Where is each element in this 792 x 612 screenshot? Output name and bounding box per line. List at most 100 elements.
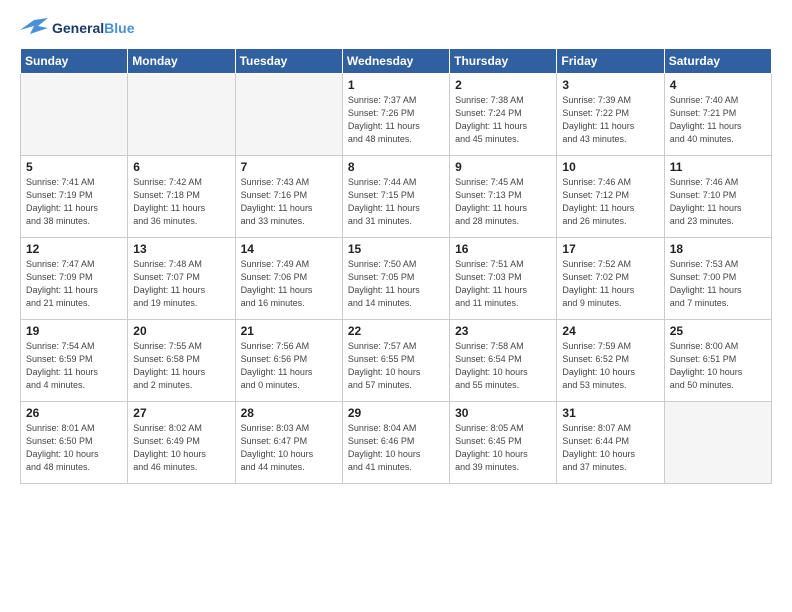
day-info: Sunrise: 7:43 AM Sunset: 7:16 PM Dayligh…: [241, 176, 337, 228]
day-number: 14: [241, 242, 337, 256]
day-number: 3: [562, 78, 658, 92]
weekday-header-monday: Monday: [128, 49, 235, 74]
day-info: Sunrise: 7:42 AM Sunset: 7:18 PM Dayligh…: [133, 176, 229, 228]
day-number: 6: [133, 160, 229, 174]
calendar-cell: 18 Sunrise: 7:53 AM Sunset: 7:00 PM Dayli…: [664, 238, 771, 320]
day-number: 11: [670, 160, 766, 174]
calendar-cell: 26 Sunrise: 8:01 AM Sunset: 6:50 PM Dayli…: [21, 402, 128, 484]
day-info: Sunrise: 8:07 AM Sunset: 6:44 PM Dayligh…: [562, 422, 658, 474]
day-info: Sunrise: 7:38 AM Sunset: 7:24 PM Dayligh…: [455, 94, 551, 146]
day-number: 12: [26, 242, 122, 256]
calendar-cell: 1 Sunrise: 7:37 AM Sunset: 7:26 PM Daylig…: [342, 74, 449, 156]
day-info: Sunrise: 8:04 AM Sunset: 6:46 PM Dayligh…: [348, 422, 444, 474]
calendar-cell: 10 Sunrise: 7:46 AM Sunset: 7:12 PM Dayli…: [557, 156, 664, 238]
day-number: 28: [241, 406, 337, 420]
day-number: 18: [670, 242, 766, 256]
calendar-cell: [21, 74, 128, 156]
day-number: 27: [133, 406, 229, 420]
day-info: Sunrise: 7:51 AM Sunset: 7:03 PM Dayligh…: [455, 258, 551, 310]
calendar-cell: 2 Sunrise: 7:38 AM Sunset: 7:24 PM Daylig…: [450, 74, 557, 156]
day-number: 22: [348, 324, 444, 338]
day-info: Sunrise: 7:53 AM Sunset: 7:00 PM Dayligh…: [670, 258, 766, 310]
day-info: Sunrise: 7:57 AM Sunset: 6:55 PM Dayligh…: [348, 340, 444, 392]
page-header: GeneralBlue: [20, 16, 772, 40]
calendar-cell: 7 Sunrise: 7:43 AM Sunset: 7:16 PM Daylig…: [235, 156, 342, 238]
calendar-cell: 11 Sunrise: 7:46 AM Sunset: 7:10 PM Dayli…: [664, 156, 771, 238]
day-info: Sunrise: 7:45 AM Sunset: 7:13 PM Dayligh…: [455, 176, 551, 228]
day-info: Sunrise: 7:44 AM Sunset: 7:15 PM Dayligh…: [348, 176, 444, 228]
day-info: Sunrise: 8:03 AM Sunset: 6:47 PM Dayligh…: [241, 422, 337, 474]
calendar-cell: 24 Sunrise: 7:59 AM Sunset: 6:52 PM Dayli…: [557, 320, 664, 402]
calendar-cell: 22 Sunrise: 7:57 AM Sunset: 6:55 PM Dayli…: [342, 320, 449, 402]
calendar-cell: 4 Sunrise: 7:40 AM Sunset: 7:21 PM Daylig…: [664, 74, 771, 156]
logo-icon: [20, 16, 48, 40]
day-number: 26: [26, 406, 122, 420]
day-info: Sunrise: 8:05 AM Sunset: 6:45 PM Dayligh…: [455, 422, 551, 474]
day-info: Sunrise: 7:56 AM Sunset: 6:56 PM Dayligh…: [241, 340, 337, 392]
day-number: 10: [562, 160, 658, 174]
calendar-cell: 27 Sunrise: 8:02 AM Sunset: 6:49 PM Dayli…: [128, 402, 235, 484]
day-number: 29: [348, 406, 444, 420]
day-info: Sunrise: 7:46 AM Sunset: 7:10 PM Dayligh…: [670, 176, 766, 228]
weekday-header-tuesday: Tuesday: [235, 49, 342, 74]
day-number: 5: [26, 160, 122, 174]
day-info: Sunrise: 7:58 AM Sunset: 6:54 PM Dayligh…: [455, 340, 551, 392]
calendar-cell: 16 Sunrise: 7:51 AM Sunset: 7:03 PM Dayli…: [450, 238, 557, 320]
calendar-cell: [128, 74, 235, 156]
day-number: 4: [670, 78, 766, 92]
day-number: 8: [348, 160, 444, 174]
calendar-cell: 29 Sunrise: 8:04 AM Sunset: 6:46 PM Dayli…: [342, 402, 449, 484]
day-number: 30: [455, 406, 551, 420]
day-number: 24: [562, 324, 658, 338]
day-info: Sunrise: 7:52 AM Sunset: 7:02 PM Dayligh…: [562, 258, 658, 310]
day-number: 23: [455, 324, 551, 338]
day-number: 31: [562, 406, 658, 420]
calendar-cell: 17 Sunrise: 7:52 AM Sunset: 7:02 PM Dayli…: [557, 238, 664, 320]
day-info: Sunrise: 7:48 AM Sunset: 7:07 PM Dayligh…: [133, 258, 229, 310]
calendar-cell: 5Sunrise: 7:41 AM Sunset: 7:19 PM Daylig…: [21, 156, 128, 238]
day-info: Sunrise: 8:01 AM Sunset: 6:50 PM Dayligh…: [26, 422, 122, 474]
calendar-cell: 15Sunrise: 7:50 AM Sunset: 7:05 PM Dayli…: [342, 238, 449, 320]
logo: GeneralBlue: [20, 16, 134, 40]
day-info: Sunrise: 7:49 AM Sunset: 7:06 PM Dayligh…: [241, 258, 337, 310]
day-number: 13: [133, 242, 229, 256]
calendar-cell: 23 Sunrise: 7:58 AM Sunset: 6:54 PM Dayli…: [450, 320, 557, 402]
calendar-cell: 13 Sunrise: 7:48 AM Sunset: 7:07 PM Dayli…: [128, 238, 235, 320]
day-info: Sunrise: 7:59 AM Sunset: 6:52 PM Dayligh…: [562, 340, 658, 392]
day-info: Sunrise: 7:37 AM Sunset: 7:26 PM Dayligh…: [348, 94, 444, 146]
day-info: Sunrise: 7:54 AM Sunset: 6:59 PM Dayligh…: [26, 340, 122, 392]
calendar-cell: 28 Sunrise: 8:03 AM Sunset: 6:47 PM Dayli…: [235, 402, 342, 484]
day-info: Sunrise: 8:00 AM Sunset: 6:51 PM Dayligh…: [670, 340, 766, 392]
day-info: Sunrise: 7:50 AM Sunset: 7:05 PM Dayligh…: [348, 258, 444, 310]
calendar-cell: 31 Sunrise: 8:07 AM Sunset: 6:44 PM Dayli…: [557, 402, 664, 484]
day-info: Sunrise: 7:46 AM Sunset: 7:12 PM Dayligh…: [562, 176, 658, 228]
day-info: Sunrise: 7:39 AM Sunset: 7:22 PM Dayligh…: [562, 94, 658, 146]
calendar-cell: [235, 74, 342, 156]
calendar-cell: 12 Sunrise: 7:47 AM Sunset: 7:09 PM Dayli…: [21, 238, 128, 320]
day-number: 16: [455, 242, 551, 256]
weekday-header-thursday: Thursday: [450, 49, 557, 74]
day-info: Sunrise: 7:40 AM Sunset: 7:21 PM Dayligh…: [670, 94, 766, 146]
day-info: Sunrise: 7:47 AM Sunset: 7:09 PM Dayligh…: [26, 258, 122, 310]
calendar-cell: 6 Sunrise: 7:42 AM Sunset: 7:18 PM Daylig…: [128, 156, 235, 238]
day-number: 21: [241, 324, 337, 338]
day-number: 19: [26, 324, 122, 338]
calendar-cell: [664, 402, 771, 484]
calendar-table: SundayMondayTuesdayWednesdayThursdayFrid…: [20, 48, 772, 484]
calendar-cell: 8 Sunrise: 7:44 AM Sunset: 7:15 PM Daylig…: [342, 156, 449, 238]
weekday-header-sunday: Sunday: [21, 49, 128, 74]
day-info: Sunrise: 7:55 AM Sunset: 6:58 PM Dayligh…: [133, 340, 229, 392]
calendar-cell: 20 Sunrise: 7:55 AM Sunset: 6:58 PM Dayli…: [128, 320, 235, 402]
day-number: 1: [348, 78, 444, 92]
logo-text: GeneralBlue: [52, 20, 134, 37]
day-number: 7: [241, 160, 337, 174]
day-number: 17: [562, 242, 658, 256]
day-number: 20: [133, 324, 229, 338]
calendar-header-row: SundayMondayTuesdayWednesdayThursdayFrid…: [21, 49, 772, 74]
day-number: 2: [455, 78, 551, 92]
weekday-header-wednesday: Wednesday: [342, 49, 449, 74]
calendar-cell: 21 Sunrise: 7:56 AM Sunset: 6:56 PM Dayli…: [235, 320, 342, 402]
day-info: Sunrise: 8:02 AM Sunset: 6:49 PM Dayligh…: [133, 422, 229, 474]
calendar-cell: 9Sunrise: 7:45 AM Sunset: 7:13 PM Daylig…: [450, 156, 557, 238]
weekday-header-friday: Friday: [557, 49, 664, 74]
